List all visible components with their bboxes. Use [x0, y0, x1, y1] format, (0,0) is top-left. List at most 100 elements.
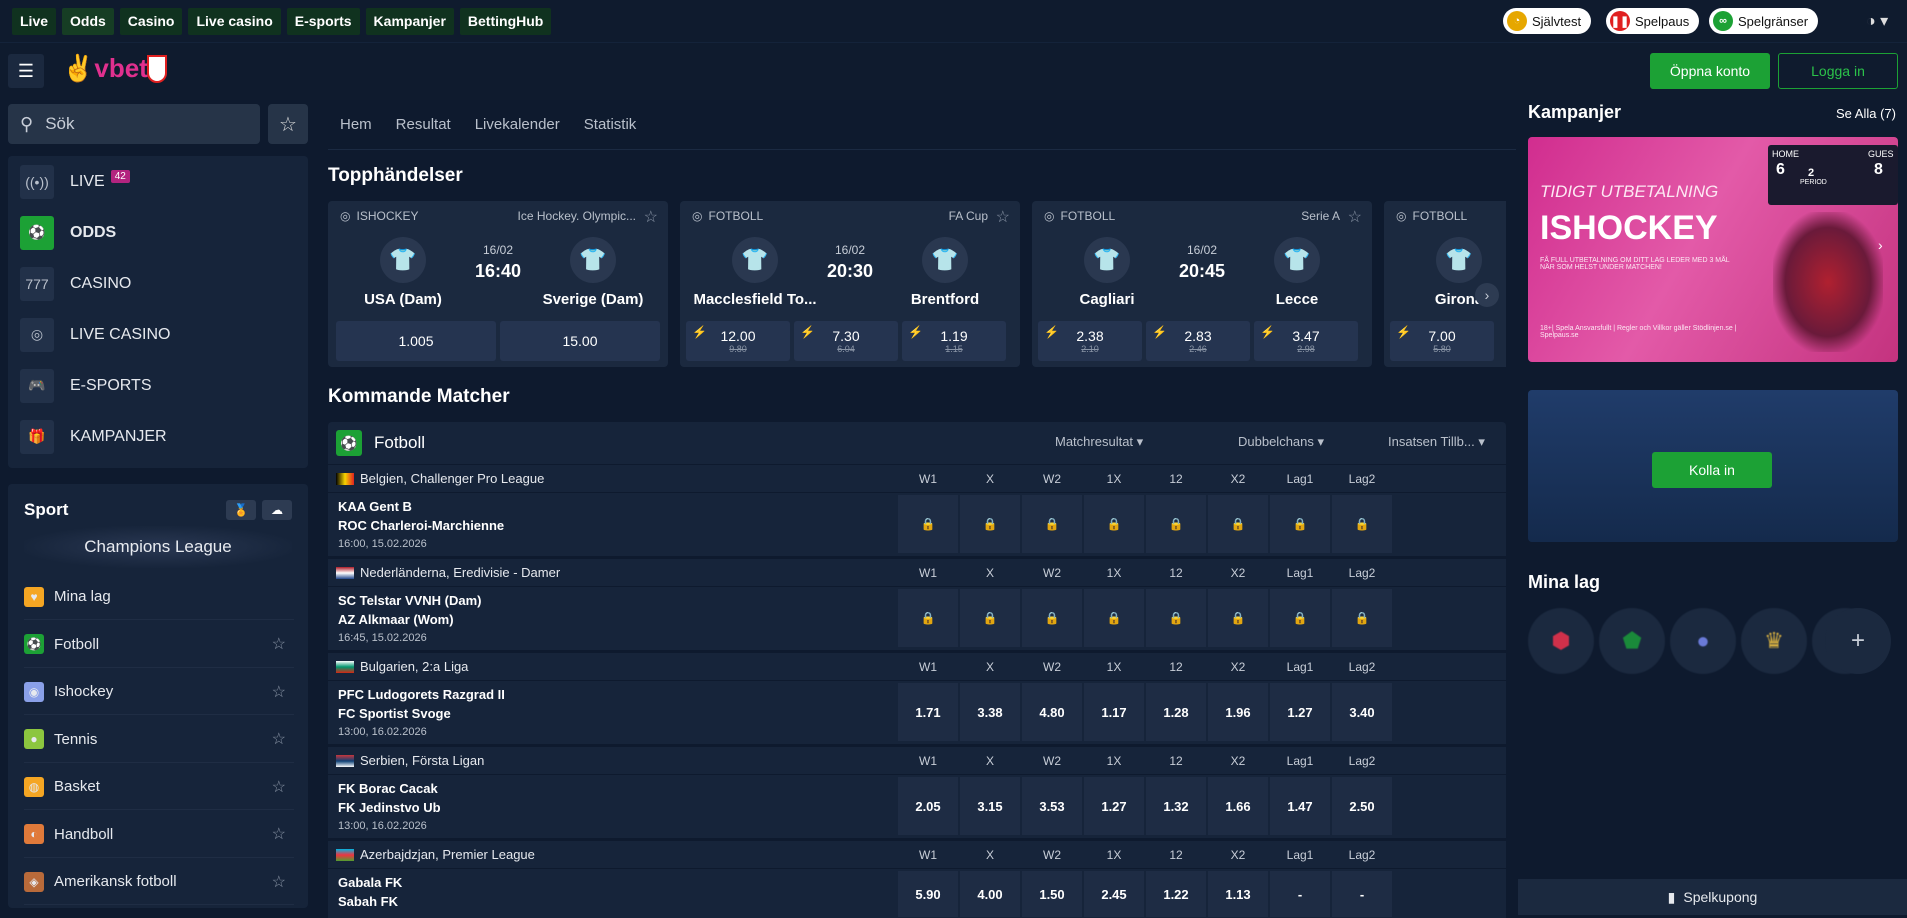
menu-toggle-icon[interactable]: ☰ — [8, 54, 44, 88]
topnav-item-odds[interactable]: Odds — [62, 7, 114, 35]
odds-cell[interactable]: 2.50 — [1332, 777, 1392, 835]
odds-cell[interactable]: - — [1332, 871, 1392, 917]
carousel-next-icon[interactable]: › — [1475, 283, 1499, 307]
odds-cell[interactable]: 3.40 — [1332, 683, 1392, 741]
odds-cell[interactable]: 3.53 — [1022, 777, 1082, 835]
spelpaus-button[interactable]: ❚❚ Spelpaus — [1606, 8, 1700, 34]
open-account-button[interactable]: Öppna konto — [1650, 53, 1770, 89]
event-card[interactable]: ◎ FOTBOLL Serie A ☆ 👕 Cagliari 👕 Lecce 16/02 20:4… — [1032, 201, 1372, 367]
topnav-item-bettinghub[interactable]: BettingHub — [459, 7, 552, 35]
star-icon[interactable]: ☆ — [272, 682, 286, 702]
theme-toggle-icon[interactable]: ◑ ▾ — [1866, 11, 1888, 31]
match-row[interactable]: FK Borac Cacak FK Jedinstvo Ub 13:00, 16.0… — [328, 774, 1506, 838]
odds-button[interactable]: ⚡ 7.30 6.04 — [794, 321, 898, 361]
nav-item-live[interactable]: ((•)) LIVE 42 — [8, 156, 308, 207]
star-icon[interactable]: ☆ — [272, 872, 286, 892]
see-all-link[interactable]: Se Alla (7) — [1836, 106, 1896, 121]
odds-cell[interactable]: 2.05 — [898, 777, 958, 835]
sport-item-mina-lag[interactable]: ♥ Mina lag — [24, 574, 294, 620]
star-icon[interactable]: ☆ — [272, 777, 286, 797]
promo-banner[interactable]: TIDIGT UTBETALNING ISHOCKEY FÅ FULL UTBE… — [1528, 137, 1898, 362]
team-badge[interactable]: ♛ — [1741, 608, 1807, 674]
bet-slip-button[interactable]: ▮ Spelkupong — [1518, 879, 1907, 915]
odds-cell[interactable]: 1.27 — [1084, 777, 1144, 835]
sport-item-ishockey[interactable]: ◉ Ishockey ☆ — [24, 669, 294, 715]
home-team: PFC Ludogorets Razgrad II — [338, 687, 505, 702]
odds-cell[interactable]: 1.66 — [1208, 777, 1268, 835]
odds-cell[interactable]: 4.80 — [1022, 683, 1082, 741]
odds-button[interactable]: ⚡ 2.38 2.10 — [1038, 321, 1142, 361]
add-team-button[interactable]: + — [1825, 608, 1891, 674]
market-dropdown-3[interactable]: Insatsen Tillb... ▾ — [1388, 434, 1485, 450]
cloud-icon[interactable]: ☁ — [262, 500, 292, 520]
star-icon[interactable]: ☆ — [272, 729, 286, 749]
match-row[interactable]: Gabala FK Sabah FK 5.90 4.00 1.50 2.45 1.22 1.1… — [328, 868, 1506, 918]
odds-button[interactable]: 1.005 — [336, 321, 496, 361]
odds-cell[interactable]: - — [1270, 871, 1330, 917]
odds-cell[interactable]: 1.13 — [1208, 871, 1268, 917]
nav-item-odds[interactable]: ⚽ ODDS — [8, 207, 308, 258]
login-button[interactable]: Logga in — [1778, 53, 1898, 89]
check-in-button[interactable]: Kolla in — [1652, 452, 1772, 488]
column-header: W1 — [919, 754, 937, 768]
star-icon[interactable]: ☆ — [996, 207, 1010, 227]
odds-button[interactable]: ⚡ 1.19 1.15 — [902, 321, 1006, 361]
odds-button[interactable]: ⚡ 12.00 9.80 — [686, 321, 790, 361]
odds-cell[interactable]: 1.47 — [1270, 777, 1330, 835]
market-dropdown-2[interactable]: Dubbelchans ▾ — [1238, 434, 1324, 450]
sport-item-tennis[interactable]: ● Tennis ☆ — [24, 717, 294, 763]
star-icon[interactable]: ☆ — [272, 634, 286, 654]
star-icon[interactable]: ☆ — [1348, 207, 1362, 227]
sport-item-basket[interactable]: ◍ Basket ☆ — [24, 764, 294, 810]
medal-icon[interactable]: 🏅 — [226, 500, 256, 520]
match-row[interactable]: PFC Ludogorets Razgrad II FC Sportist Svo… — [328, 680, 1506, 744]
nav-item-casino[interactable]: 777 CASINO — [8, 258, 308, 309]
sport-item-handboll[interactable]: ◐ Handboll ☆ — [24, 812, 294, 858]
odds-cell[interactable]: 1.50 — [1022, 871, 1082, 917]
team-badge[interactable]: ● — [1670, 608, 1736, 674]
sport-item-amerikansk-fotboll[interactable]: ◈ Amerikansk fotboll ☆ — [24, 859, 294, 905]
search-box[interactable]: ⚲ Sök — [8, 104, 260, 144]
star-icon[interactable]: ☆ — [272, 824, 286, 844]
nav-item-live-casino[interactable]: ◎ LIVE CASINO — [8, 309, 308, 360]
match-row[interactable]: SC Telstar VVNH (Dam) AZ Alkmaar (Wom) 16:… — [328, 586, 1506, 650]
favorites-button[interactable]: ☆ — [268, 104, 308, 144]
team-badge[interactable]: ⬟ — [1599, 608, 1665, 674]
odds-cell[interactable]: 4.00 — [960, 871, 1020, 917]
odds-cell[interactable]: 1.22 — [1146, 871, 1206, 917]
sjalvtest-button[interactable]: ◔ Självtest — [1503, 8, 1592, 34]
odds-cell[interactable]: 1.28 — [1146, 683, 1206, 741]
promo-next-icon[interactable]: › — [1878, 237, 1883, 253]
odds-cell[interactable]: 3.38 — [960, 683, 1020, 741]
odds-cell[interactable]: 1.17 — [1084, 683, 1144, 741]
odds-button[interactable]: ⚡ 3.47 2.98 — [1254, 321, 1358, 361]
odds-cell[interactable]: 1.71 — [898, 683, 958, 741]
team-badge[interactable]: ⬢ — [1528, 608, 1594, 674]
odds-cell[interactable]: 2.45 — [1084, 871, 1144, 917]
odds-cell[interactable]: 1.96 — [1208, 683, 1268, 741]
odds-button[interactable]: ⚡ 2.83 2.46 — [1146, 321, 1250, 361]
topnav-item-e-sports[interactable]: E-sports — [286, 7, 360, 35]
nav-item-kampanjer[interactable]: 🎁 KAMPANJER — [8, 411, 308, 462]
odds-cell[interactable]: 1.27 — [1270, 683, 1330, 741]
event-card[interactable]: ◎ FOTBOLL FA Cup ☆ 👕 Macclesfield To... 👕 Brent… — [680, 201, 1020, 367]
match-row[interactable]: KAA Gent B ROC Charleroi-Marchienne 16:00,… — [328, 492, 1506, 556]
event-card[interactable]: ◎ ISHOCKEY Ice Hockey. Olympic... ☆ 👕 USA (Da… — [328, 201, 668, 367]
odds-button[interactable]: 15.00 — [500, 321, 660, 361]
star-icon[interactable]: ☆ — [644, 207, 658, 227]
sport-item-fotboll[interactable]: ⚽ Fotboll ☆ — [24, 622, 294, 668]
nav-item-e-sports[interactable]: 🎮 E-SPORTS — [8, 360, 308, 411]
topnav-item-kampanjer[interactable]: Kampanjer — [365, 7, 454, 35]
topnav-item-live-casino[interactable]: Live casino — [188, 7, 281, 35]
topnav-item-live[interactable]: Live — [12, 7, 57, 35]
logo[interactable]: ✌vbet — [62, 53, 148, 84]
odds-cell[interactable]: 1.32 — [1146, 777, 1206, 835]
odds-cell[interactable]: 3.15 — [960, 777, 1020, 835]
event-date: 16/02 — [482, 243, 514, 257]
market-dropdown-1[interactable]: Matchresultat ▾ — [1055, 434, 1143, 450]
topnav-item-casino[interactable]: Casino — [119, 7, 183, 35]
odds-cell[interactable]: 5.90 — [898, 871, 958, 917]
champions-league-banner[interactable]: Champions League — [24, 526, 292, 568]
spelgranser-button[interactable]: ∞ Spelgränser — [1709, 8, 1819, 34]
odds-button[interactable]: ⚡ 7.00 5.80 — [1390, 321, 1494, 361]
